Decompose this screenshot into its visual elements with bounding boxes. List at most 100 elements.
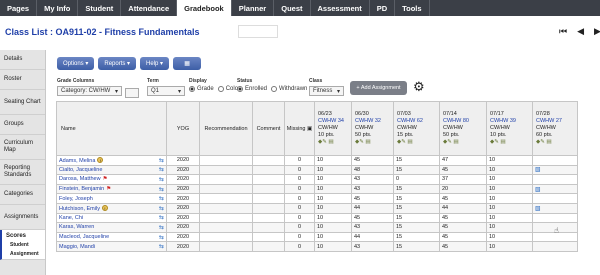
assignment-name-link[interactable]: CWHW 39 <box>490 118 516 125</box>
comment-cell[interactable] <box>252 222 285 233</box>
assignment-name-link[interactable]: CWHW 34 <box>318 118 344 125</box>
name-column-header[interactable]: Name <box>56 101 167 156</box>
student-detail-icon[interactable]: ⇆ <box>159 243 164 250</box>
score-cell[interactable]: 45 <box>351 212 394 224</box>
score-cell[interactable]: 43 <box>351 222 394 233</box>
assignment-column-header[interactable]: 06/30 CWHW 32 CWHW 50 pts. ◆✎ ▤ <box>351 101 394 156</box>
yog-column-header[interactable]: YOG <box>166 101 200 156</box>
score-cell[interactable]: 15 <box>393 202 440 214</box>
sidebar-item-groups[interactable]: Groups <box>0 115 45 135</box>
previous-page-icon[interactable]: ◀ <box>577 26 584 37</box>
student-detail-icon[interactable]: ⇆ <box>159 205 164 212</box>
assignment-name-link[interactable]: CWHW 62 <box>397 118 423 125</box>
recommendation-cell[interactable] <box>199 164 253 176</box>
comment-cell[interactable] <box>252 174 285 185</box>
score-cell[interactable]: 45 <box>439 241 487 252</box>
score-cell[interactable]: 10 <box>486 222 533 233</box>
score-cell[interactable]: 44 <box>439 202 487 214</box>
comment-cell[interactable] <box>252 231 285 243</box>
score-cell[interactable]: 43 <box>351 174 394 185</box>
score-cell[interactable]: 10 <box>314 241 352 252</box>
student-name-link[interactable]: Kane, Chi <box>59 215 83 221</box>
help-button[interactable]: Help ▾ <box>140 57 170 70</box>
tab-attendance[interactable]: Attendance <box>121 0 178 16</box>
score-cell[interactable]: 37 <box>439 174 487 185</box>
tab-pd[interactable]: PD <box>370 0 396 16</box>
assignment-action-icons[interactable]: ◆✎ ▤ <box>490 139 506 146</box>
recommendation-cell[interactable] <box>199 231 253 243</box>
score-cell[interactable]: 44 <box>351 231 394 243</box>
score-cell[interactable]: 45 <box>439 164 487 176</box>
tab-planner[interactable]: Planner <box>232 0 275 16</box>
student-name-link[interactable]: Foley, Joseph <box>59 196 93 202</box>
score-cell[interactable] <box>532 241 578 252</box>
score-cell[interactable]: 15 <box>393 155 440 166</box>
student-name-link[interactable]: Cialto, Jacqueline <box>59 167 102 173</box>
term-select[interactable]: Q1 ▾ <box>147 86 185 96</box>
score-cell[interactable]: 10 <box>486 164 533 176</box>
comment-column-header[interactable]: Comment <box>252 101 285 156</box>
score-cell[interactable]: 10 <box>314 183 352 195</box>
tab-quest[interactable]: Quest <box>274 0 311 16</box>
assignment-column-header[interactable]: 07/14 CWHW 80 CW/HW 50 pts. ◆✎ ▤ <box>439 101 487 156</box>
recommendation-cell[interactable] <box>199 241 253 252</box>
comment-cell[interactable] <box>252 202 285 214</box>
sidebar-item-scores[interactable]: Scores Student Assignment <box>0 230 45 260</box>
score-cell[interactable]: 10 <box>486 183 533 195</box>
tab-assessment[interactable]: Assessment <box>311 0 370 16</box>
options-button[interactable]: Options ▾ <box>57 57 95 70</box>
score-cell[interactable]: 43 <box>351 183 394 195</box>
first-page-icon[interactable]: ⏮ <box>559 26 567 37</box>
assignment-action-icons[interactable]: ◆✎ ▤ <box>355 139 371 146</box>
tab-gradebook[interactable]: Gradebook <box>177 0 232 16</box>
score-cell[interactable]: 10 <box>314 155 352 166</box>
score-cell[interactable]: 10 <box>314 231 352 243</box>
display-color-radio[interactable] <box>217 86 224 92</box>
score-cell[interactable]: 44 <box>351 202 394 214</box>
student-detail-icon[interactable]: ⇆ <box>159 234 164 241</box>
add-assignment-button[interactable]: + Add Assignment <box>350 81 407 95</box>
sidebar-item-reporting-standards[interactable]: Reporting Standards <box>0 160 45 185</box>
sidebar-item-roster[interactable]: Roster <box>0 70 45 90</box>
student-name-link[interactable]: Finstein, Benjamin <box>59 186 104 192</box>
grade-columns-extra-box[interactable] <box>125 88 139 98</box>
reports-button[interactable]: Reports ▾ <box>98 57 137 70</box>
note-icon[interactable]: ▧ <box>535 187 541 193</box>
student-detail-icon[interactable]: ⇆ <box>159 186 164 193</box>
status-enrolled-radio[interactable] <box>237 86 243 92</box>
score-cell[interactable]: 10 <box>314 222 352 233</box>
sidebar-item-curriculum-map[interactable]: Curriculum Map <box>0 135 45 160</box>
score-cell[interactable]: 10 <box>486 174 533 185</box>
comment-cell[interactable] <box>252 193 285 204</box>
score-cell[interactable]: ▧ <box>532 183 578 195</box>
recommendation-cell[interactable] <box>199 174 253 185</box>
assignment-column-header[interactable]: 07/28 CWHW 27 CW/HW 60 pts. ◆✎ ▤ <box>532 101 578 156</box>
note-icon[interactable]: ▧ <box>535 167 541 173</box>
sidebar-sub-student[interactable]: Student <box>6 242 29 249</box>
score-cell[interactable]: 47 <box>439 155 487 166</box>
sidebar-sub-assignment[interactable]: Assignment <box>6 251 39 258</box>
score-cell[interactable]: ▧ <box>532 164 578 176</box>
student-detail-icon[interactable]: ⇆ <box>159 214 164 221</box>
score-cell[interactable]: 43 <box>351 241 394 252</box>
score-cell[interactable]: 10 <box>486 241 533 252</box>
score-cell[interactable]: 10 <box>314 193 352 204</box>
score-cell[interactable] <box>532 212 578 224</box>
score-cell[interactable]: 10 <box>314 164 352 176</box>
next-page-icon[interactable]: ▶ <box>594 26 600 37</box>
comment-cell[interactable] <box>252 155 285 166</box>
score-cell[interactable] <box>532 193 578 204</box>
note-icon[interactable]: ▧ <box>535 206 541 212</box>
score-cell[interactable]: 48 <box>351 164 394 176</box>
tab-tools[interactable]: Tools <box>395 0 430 16</box>
score-cell[interactable]: 15 <box>393 164 440 176</box>
sidebar-item-seating-chart[interactable]: Seating Chart <box>0 90 45 115</box>
score-cell[interactable]: 10 <box>486 155 533 166</box>
assignment-column-header[interactable]: 07/17 CWHW 39 CW/HW 10 pts. ◆✎ ▤ <box>486 101 533 156</box>
grid-view-icon[interactable]: ▦ <box>173 57 202 70</box>
tab-student[interactable]: Student <box>78 0 122 16</box>
comment-cell[interactable] <box>252 212 285 224</box>
score-cell[interactable]: 15 <box>393 212 440 224</box>
assignment-name-link[interactable]: CWHW 27 <box>536 118 562 125</box>
score-cell[interactable]: 45 <box>439 212 487 224</box>
